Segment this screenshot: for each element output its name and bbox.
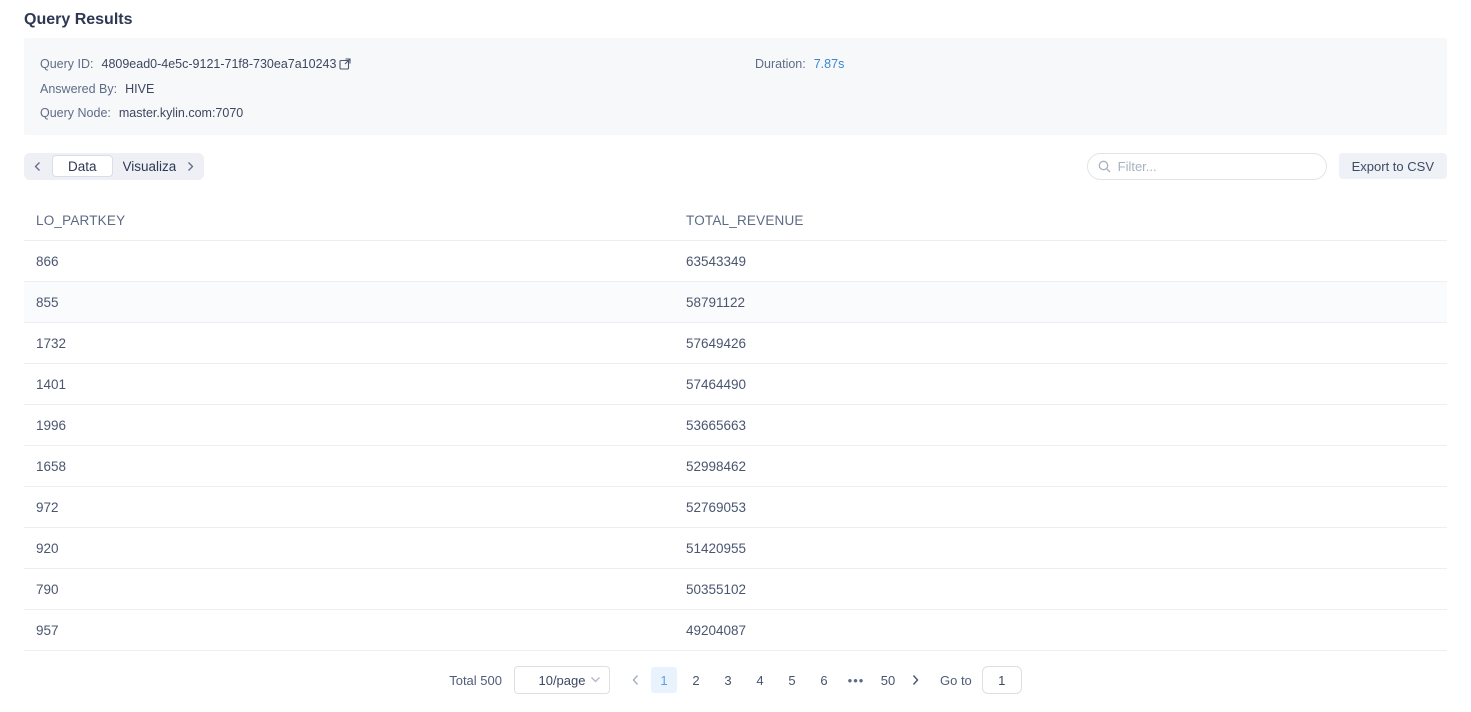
- query-id-label: Query ID:: [40, 57, 94, 71]
- search-icon: [1098, 160, 1111, 173]
- table-row: 1658 52998462: [24, 446, 1447, 487]
- page-size-select[interactable]: 10/page: [514, 666, 610, 694]
- cell-lo-partkey: 920: [36, 541, 686, 556]
- tab-data[interactable]: Data: [52, 155, 113, 177]
- cell-lo-partkey: 1401: [36, 377, 686, 392]
- cell-lo-partkey: 1658: [36, 459, 686, 474]
- page-number-button[interactable]: 50: [875, 667, 901, 693]
- table-body: 866 63543349 855 58791122 1732 57649426 …: [24, 241, 1447, 651]
- page-number-button[interactable]: 4: [747, 667, 773, 693]
- goto-page-input[interactable]: [982, 666, 1022, 694]
- page-title: Query Results: [24, 0, 1447, 29]
- cell-lo-partkey: 1996: [36, 418, 686, 433]
- cell-total-revenue: 63543349: [686, 254, 1435, 269]
- goto-label: Go to: [940, 673, 972, 688]
- filter-input[interactable]: [1118, 159, 1316, 174]
- query-info-panel: Query ID: 4809ead0-4e5c-9121-71f8-730ea7…: [24, 38, 1447, 135]
- query-results-page: Query Results Query ID: 4809ead0-4e5c-91…: [0, 0, 1471, 694]
- cell-lo-partkey: 790: [36, 582, 686, 597]
- table-row: 855 58791122: [24, 282, 1447, 323]
- tab-scroll-left-icon[interactable]: [33, 161, 42, 172]
- cell-total-revenue: 57649426: [686, 336, 1435, 351]
- cell-total-revenue: 49204087: [686, 623, 1435, 638]
- prev-page-icon[interactable]: [624, 667, 648, 693]
- cell-total-revenue: 51420955: [686, 541, 1435, 556]
- cell-lo-partkey: 957: [36, 623, 686, 638]
- cell-total-revenue: 50355102: [686, 582, 1435, 597]
- table-row: 1732 57649426: [24, 323, 1447, 364]
- table-row: 920 51420955: [24, 528, 1447, 569]
- more-pages-icon[interactable]: •••: [843, 667, 869, 693]
- duration-row: Duration: 7.87s: [755, 52, 844, 76]
- cell-total-revenue: 52769053: [686, 500, 1435, 515]
- cell-lo-partkey: 855: [36, 295, 686, 310]
- results-toolbar: Data Visualiza Export to CSV: [24, 152, 1447, 180]
- page-number-button[interactable]: 2: [683, 667, 709, 693]
- page-number-button[interactable]: 1: [651, 667, 677, 693]
- duration-value: 7.87s: [814, 57, 845, 71]
- page-size-value: 10/page: [538, 673, 585, 688]
- cell-total-revenue: 57464490: [686, 377, 1435, 392]
- page-number-button[interactable]: 6: [811, 667, 837, 693]
- table-row: 1401 57464490: [24, 364, 1447, 405]
- pagination-total: Total 500: [449, 673, 502, 688]
- table-row: 972 52769053: [24, 487, 1447, 528]
- query-node-label: Query Node:: [40, 106, 111, 120]
- column-header-lo-partkey: LO_PARTKEY: [36, 213, 686, 228]
- filter-box: [1087, 153, 1327, 180]
- answered-by-row: Answered By: HIVE: [40, 77, 1431, 101]
- query-id-value: 4809ead0-4e5c-9121-71f8-730ea7a10243: [102, 57, 337, 71]
- query-node-row: Query Node: master.kylin.com:7070: [40, 101, 1431, 125]
- result-tabs: Data Visualiza: [24, 153, 204, 180]
- duration-label: Duration:: [755, 57, 806, 71]
- cell-total-revenue: 52998462: [686, 459, 1435, 474]
- toolbar-right: Export to CSV: [1087, 153, 1447, 180]
- table-row: 1996 53665663: [24, 405, 1447, 446]
- export-csv-button[interactable]: Export to CSV: [1339, 153, 1447, 179]
- external-link-icon[interactable]: [339, 58, 351, 70]
- query-id-row: Query ID: 4809ead0-4e5c-9121-71f8-730ea7…: [40, 52, 1431, 76]
- tab-visualization[interactable]: Visualiza: [123, 159, 177, 174]
- table-row: 866 63543349: [24, 241, 1447, 282]
- cell-lo-partkey: 866: [36, 254, 686, 269]
- results-table: LO_PARTKEY TOTAL_REVENUE 866 63543349 85…: [24, 200, 1447, 651]
- query-node-value: master.kylin.com:7070: [119, 106, 243, 120]
- tab-scroll-right-icon[interactable]: [186, 161, 195, 172]
- answered-by-label: Answered By:: [40, 82, 117, 96]
- cell-total-revenue: 58791122: [686, 295, 1435, 310]
- page-number-button[interactable]: 3: [715, 667, 741, 693]
- pagination-pages: 1 2 3 4 5 6 ••• 50: [648, 667, 904, 693]
- chevron-down-icon: [590, 676, 601, 684]
- next-page-icon[interactable]: [904, 667, 928, 693]
- table-header-row: LO_PARTKEY TOTAL_REVENUE: [24, 200, 1447, 241]
- column-header-total-revenue: TOTAL_REVENUE: [686, 213, 1435, 228]
- cell-lo-partkey: 972: [36, 500, 686, 515]
- table-row: 790 50355102: [24, 569, 1447, 610]
- answered-by-value: HIVE: [125, 82, 154, 96]
- page-number-button[interactable]: 5: [779, 667, 805, 693]
- cell-lo-partkey: 1732: [36, 336, 686, 351]
- table-row: 957 49204087: [24, 610, 1447, 651]
- pagination: Total 500 10/page 1 2 3 4 5 6 ••• 50 Go …: [24, 666, 1447, 694]
- cell-total-revenue: 53665663: [686, 418, 1435, 433]
